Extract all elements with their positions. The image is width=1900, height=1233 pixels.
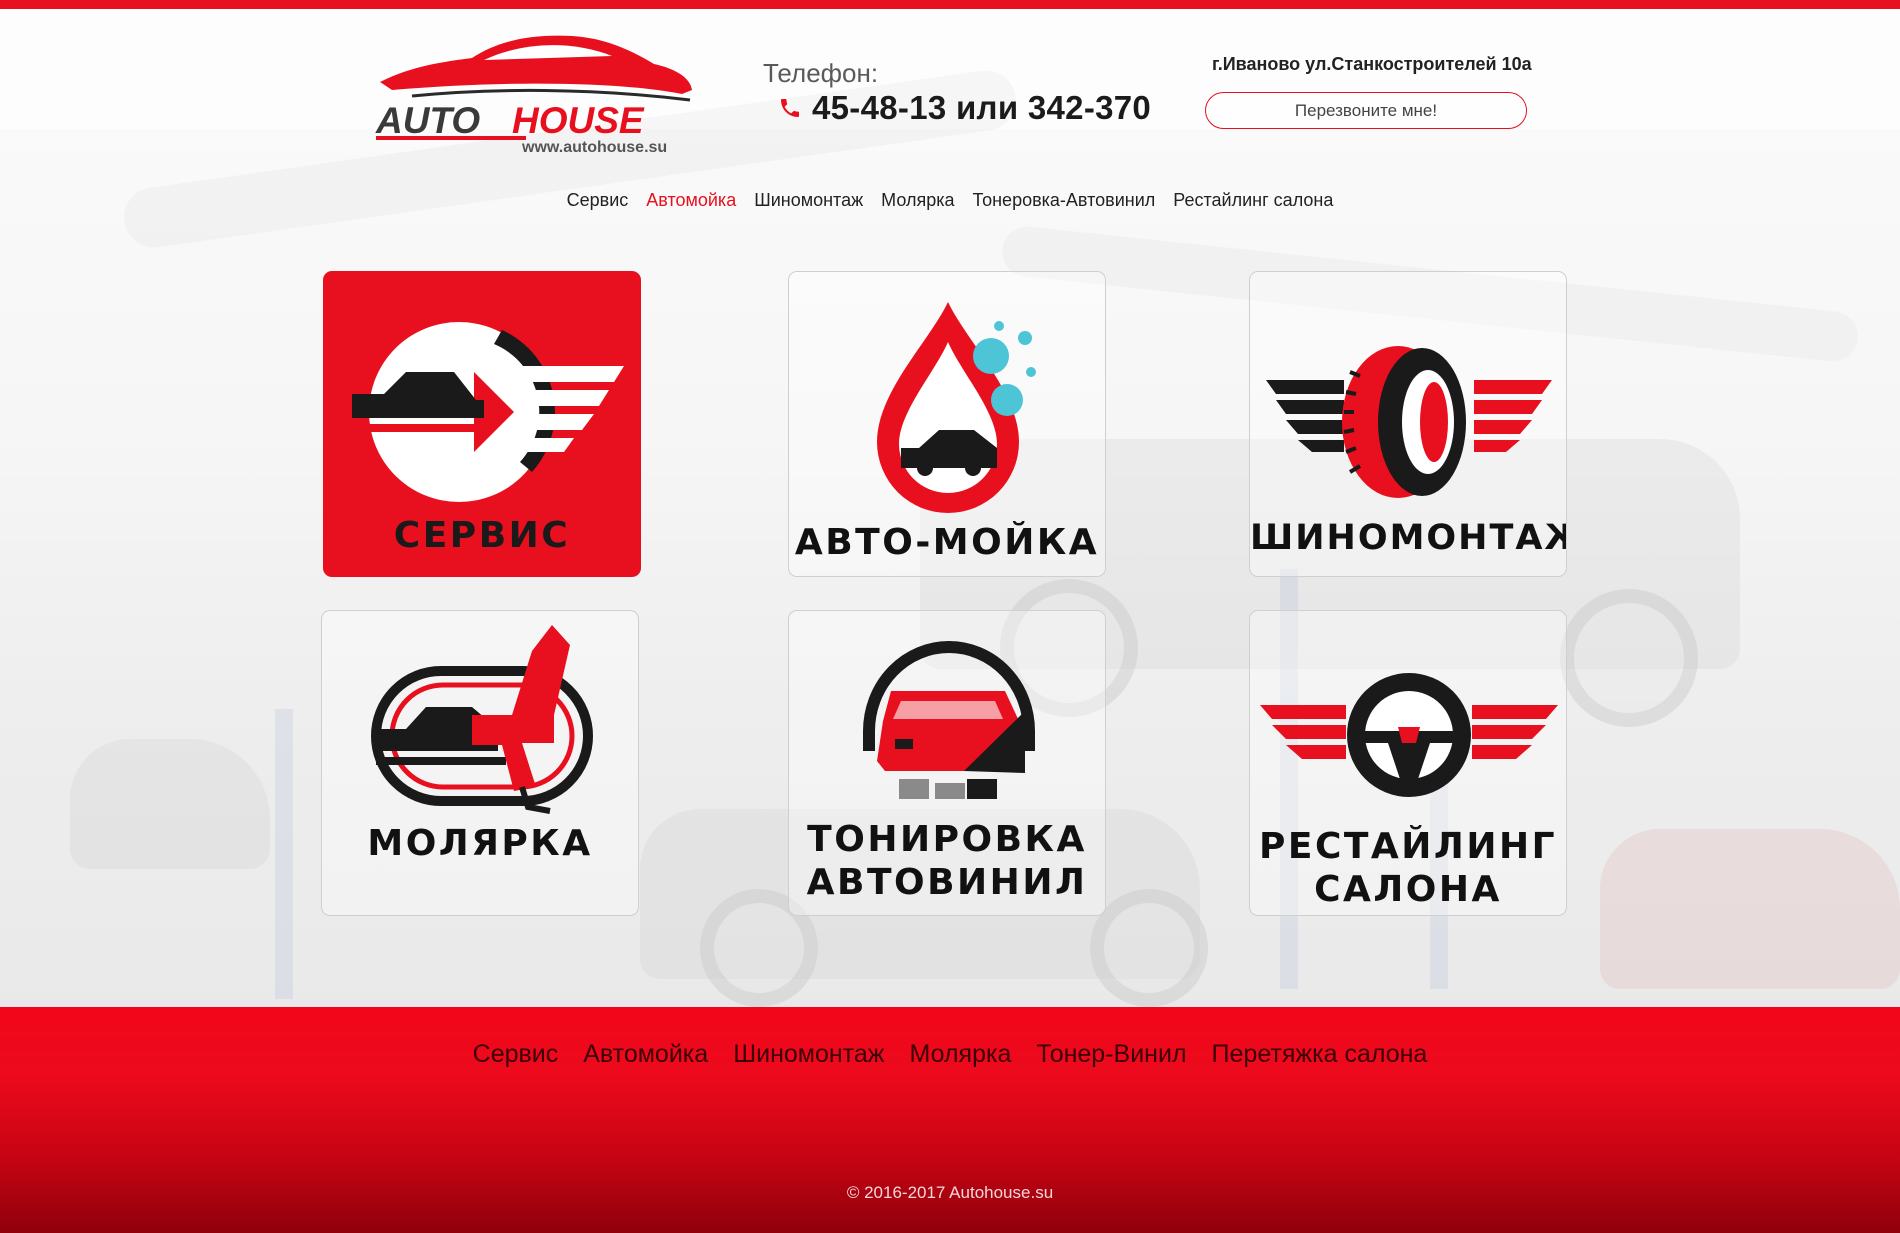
copyright-text: © 2016-2017 Autohouse.su <box>846 1183 1054 1202</box>
phone-row[interactable]: 45-48-13 или 342-370 <box>778 89 1151 127</box>
tile-label-line-1: ТОНИРОВКА <box>807 819 1087 860</box>
top-nav-tint-vinyl[interactable]: Тонеровка-Автовинил <box>973 190 1156 211</box>
footer-nav-carwash[interactable]: Автомойка <box>583 1040 708 1069</box>
service-tile-carwash[interactable]: АВТО-МОЙКА <box>788 271 1106 577</box>
top-navigation: Сервис Автомойка Шиномонтаж Молярка Тоне… <box>0 190 1900 211</box>
tile-label: АВТО-МОЙКА <box>794 522 1100 563</box>
footer-nav-upholstery[interactable]: Перетяжка салона <box>1212 1040 1428 1069</box>
phone-label: Телефон: <box>763 58 879 88</box>
tile-label-line-2: АВТОВИНИЛ <box>806 862 1088 903</box>
footer-nav-service[interactable]: Сервис <box>473 1040 559 1069</box>
logo-url-text: www.autohouse.su <box>521 139 667 155</box>
address-text: г.Иваново ул.Станкостроителей 10а <box>1212 54 1532 74</box>
service-tile-service[interactable]: СЕРВИС <box>323 271 641 577</box>
footer-nav-paint[interactable]: Молярка <box>909 1040 1011 1069</box>
phone-handset-icon <box>781 99 799 117</box>
service-tile-interior-restyling[interactable]: РЕСТАЙЛИНГ САЛОНА <box>1249 610 1567 916</box>
top-nav-paint[interactable]: Молярка <box>881 190 954 211</box>
logo-house-text: HOUSE <box>512 100 645 141</box>
phone-number[interactable]: 45-48-13 или 342-370 <box>812 89 1151 127</box>
service-tile-tires[interactable]: ШИНОМОНТАЖ <box>1249 271 1567 577</box>
autohouse-logo[interactable]: AUTO HOUSE www.autohouse.su <box>372 30 697 155</box>
top-nav-tires[interactable]: Шиномонтаж <box>754 190 863 211</box>
footer-nav-tint-vinyl[interactable]: Тонер-Винил <box>1036 1040 1186 1069</box>
logo-auto-text: AUTO <box>375 100 480 141</box>
footer-navigation: Сервис Автомойка Шиномонтаж Молярка Тоне… <box>0 1040 1900 1069</box>
top-nav-carwash[interactable]: Автомойка <box>646 190 736 211</box>
top-accent-stripe <box>0 0 1900 9</box>
callback-button[interactable]: Перезвоните мне! <box>1205 92 1527 129</box>
top-nav-interior-restyling[interactable]: Рестайлинг салона <box>1173 190 1333 211</box>
tile-label-line-1: РЕСТАЙЛИНГ <box>1258 826 1558 867</box>
tile-label: ШИНОМОНТАЖ <box>1250 518 1567 558</box>
tile-label: МОЛЯРКА <box>367 823 593 864</box>
footer-nav-tires[interactable]: Шиномонтаж <box>733 1040 884 1069</box>
paint-spray-gun-icon <box>371 625 593 814</box>
tile-label-line-2: САЛОНА <box>1314 869 1502 910</box>
service-tile-tint-vinyl[interactable]: ТОНИРОВКА АВТОВИНИЛ <box>788 610 1106 916</box>
top-nav-service[interactable]: Сервис <box>567 190 629 211</box>
service-tile-paint[interactable]: МОЛЯРКА <box>321 610 639 916</box>
tile-label: СЕРВИС <box>393 515 571 556</box>
